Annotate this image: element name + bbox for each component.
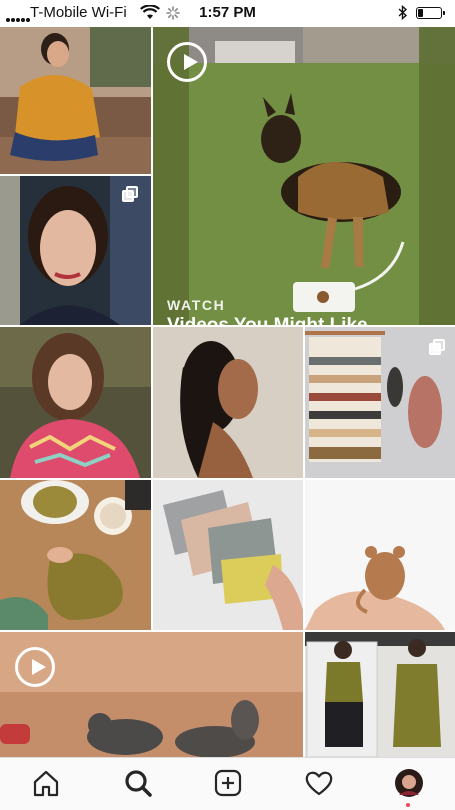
bluetooth-icon bbox=[398, 5, 408, 20]
grid-tile-braids[interactable] bbox=[153, 327, 303, 478]
notification-dot bbox=[406, 803, 410, 807]
search-icon[interactable] bbox=[123, 768, 153, 798]
watch-kicker-label: WATCH bbox=[167, 297, 226, 313]
grid-tile-pink-sweater[interactable] bbox=[0, 327, 151, 478]
tile-image bbox=[305, 480, 455, 630]
carousel-icon bbox=[122, 186, 138, 202]
video-play-icon bbox=[167, 42, 207, 82]
grid-tile-bear-keychain[interactable] bbox=[305, 480, 455, 630]
profile-avatar[interactable] bbox=[394, 768, 424, 798]
bottom-tab-bar bbox=[0, 757, 455, 810]
tile-image bbox=[153, 480, 303, 630]
explore-grid: WATCH Videos You Might Like bbox=[0, 27, 455, 757]
status-bar: T-Mobile Wi-Fi 1:57 PM bbox=[0, 0, 455, 27]
status-time: 1:57 PM bbox=[199, 4, 256, 21]
grid-tile-olive-tanks[interactable] bbox=[305, 632, 455, 757]
battery-icon bbox=[416, 7, 445, 19]
tile-image bbox=[0, 480, 151, 630]
battery-level bbox=[418, 9, 423, 17]
tile-image bbox=[153, 327, 303, 478]
grid-tile-knitting-coffee[interactable] bbox=[0, 480, 151, 630]
video-play-icon bbox=[15, 647, 55, 687]
tile-image bbox=[0, 327, 151, 478]
carousel-icon bbox=[429, 339, 445, 355]
grid-tile-portrait[interactable] bbox=[0, 176, 151, 325]
tile-image bbox=[305, 632, 455, 757]
grid-tile-kittens-video[interactable] bbox=[0, 632, 303, 757]
new-post-icon[interactable] bbox=[213, 768, 243, 798]
grid-tile-weaving[interactable] bbox=[305, 327, 455, 478]
activity-heart-icon[interactable] bbox=[304, 768, 334, 798]
tile-image bbox=[0, 27, 151, 174]
grid-tile-knit-sweater[interactable] bbox=[0, 27, 151, 174]
grid-tile-pouches[interactable] bbox=[153, 480, 303, 630]
home-icon[interactable] bbox=[31, 768, 61, 798]
featured-video-tile[interactable] bbox=[153, 27, 455, 325]
